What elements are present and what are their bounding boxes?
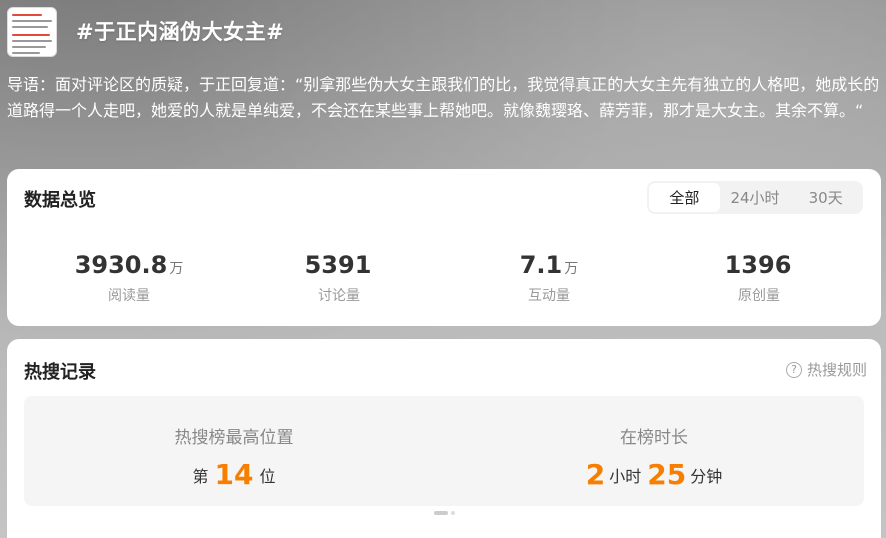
- stat-label: 阅读量: [108, 288, 150, 304]
- stat-unit: 万: [169, 261, 184, 277]
- on-list-duration: 在榜时长 2 小时 25 分钟: [444, 396, 864, 506]
- minutes-unit: 分钟: [690, 467, 723, 486]
- thumbnail-line: [12, 46, 46, 48]
- hot-search-title: 热搜记录: [24, 362, 96, 383]
- stat-discussion: 5391 讨论量: [234, 249, 444, 305]
- stats-row: 3930.8 万 阅读量 5391 讨论量 7.1 万 互动量 1396 原创量: [7, 249, 881, 305]
- peak-position-value: 第 14 位: [24, 458, 444, 491]
- thumbnail-line: [12, 52, 40, 54]
- page-dot-active: [434, 511, 448, 515]
- stat-value: 3930.8 万: [24, 249, 234, 285]
- hours-unit: 小时: [609, 467, 642, 486]
- stat-interaction: 7.1 万 互动量: [444, 249, 654, 305]
- stat-label: 讨论量: [318, 288, 360, 304]
- thumbnail-line: [12, 34, 50, 36]
- overview-title: 数据总览: [24, 190, 96, 211]
- minutes-number: 25: [647, 458, 687, 491]
- topic-intro: 导语：面对评论区的质疑，于正回复道：“别拿那些伪大女主跟我们的比，我觉得真正的大…: [7, 75, 880, 120]
- tab-24h[interactable]: 24小时: [720, 183, 791, 212]
- topic-thumbnail[interactable]: [7, 7, 57, 57]
- thumbnail-line: [12, 14, 42, 16]
- stat-number: 3930.8: [74, 251, 168, 279]
- stat-label: 互动量: [528, 288, 570, 304]
- time-range-tabs: 全部 24小时 30天: [647, 181, 863, 214]
- peak-position-label: 热搜榜最高位置: [174, 428, 294, 448]
- help-icon: ?: [785, 361, 802, 378]
- hot-search-card: 热搜记录 ? 热搜规则 热搜榜最高位置 第 14 位 在榜时长 2 小时 25 分钟: [7, 339, 881, 538]
- stat-label: 原创量: [738, 288, 780, 304]
- peak-position: 热搜榜最高位置 第 14 位: [24, 396, 444, 506]
- peak-prefix: 第: [192, 467, 209, 486]
- overview-card: 数据总览 全部 24小时 30天 3930.8 万 阅读量 5391 讨论量 7.…: [7, 169, 881, 326]
- tab-all[interactable]: 全部: [649, 183, 720, 212]
- stat-value: 5391: [234, 249, 444, 285]
- pagination-dots: [434, 511, 455, 515]
- stat-number: 7.1: [519, 251, 563, 279]
- stat-original: 1396 原创量: [654, 249, 864, 305]
- peak-suffix: 位: [259, 467, 276, 486]
- stat-value: 1396: [654, 249, 864, 285]
- stat-read: 3930.8 万 阅读量: [24, 249, 234, 305]
- tab-30d[interactable]: 30天: [790, 183, 861, 212]
- stat-number: 1396: [724, 251, 792, 279]
- hours-number: 2: [585, 458, 606, 491]
- topic-title: #于正内涵伪大女主#: [76, 20, 285, 44]
- hot-search-rules-link[interactable]: ? 热搜规则: [785, 359, 867, 380]
- thumbnail-line: [12, 40, 52, 42]
- peak-number: 14: [214, 458, 254, 491]
- stat-number: 5391: [304, 251, 372, 279]
- duration-value: 2 小时 25 分钟: [444, 458, 864, 491]
- hot-search-summary: 热搜榜最高位置 第 14 位 在榜时长 2 小时 25 分钟: [24, 396, 864, 506]
- thumbnail-line: [12, 20, 52, 22]
- duration-label: 在榜时长: [620, 428, 688, 448]
- hot-search-rules-label: 热搜规则: [806, 361, 867, 379]
- stat-value: 7.1 万: [444, 249, 654, 285]
- thumbnail-line: [12, 26, 48, 28]
- stat-unit: 万: [564, 261, 579, 277]
- page-dot: [451, 511, 455, 515]
